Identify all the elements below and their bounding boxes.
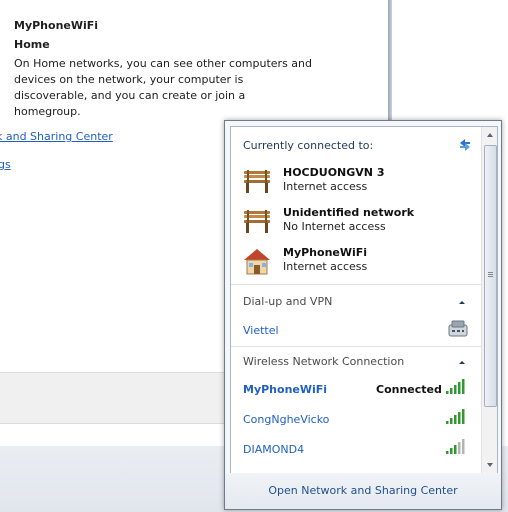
network-location-description: On Home networks, you can see other comp… [14, 57, 313, 118]
network-sharing-center-link[interactable]: k and Sharing Center [0, 130, 113, 143]
network-title: MyPhoneWiFi [14, 19, 99, 32]
bench-network-icon [244, 210, 270, 233]
wifi-item-congnghevicko[interactable]: CongNgheVicko [243, 413, 329, 426]
open-network-sharing-center-link[interactable]: Open Network and Sharing Center [225, 473, 501, 509]
vpn-item-viettel[interactable]: Viettel [243, 324, 279, 337]
house-network-icon [244, 249, 270, 275]
dialup-vpn-section-title: Dial-up and VPN [243, 295, 333, 308]
network-location-type: Home [14, 38, 50, 51]
flyout-scrollbar[interactable] [481, 127, 498, 473]
currently-connected-header: Currently connected to: [243, 139, 374, 152]
wifi-connected-status: Connected [376, 383, 442, 396]
chevron-up-icon[interactable] [457, 298, 467, 306]
chevron-up-icon[interactable] [457, 358, 467, 366]
wifi-item-diamond4[interactable]: DIAMOND4 [243, 443, 304, 456]
connection-status: Internet access [283, 260, 368, 273]
wireless-section-title: Wireless Network Connection [243, 355, 405, 368]
connection-name: MyPhoneWiFi [283, 246, 368, 259]
connection-name: Unidentified network [283, 206, 415, 219]
scroll-up-arrow-icon[interactable] [482, 127, 498, 143]
network-flyout: Currently connected to: HOCDUONGVN 3 Int… [224, 120, 502, 510]
refresh-icon[interactable] [457, 137, 473, 153]
section-divider [231, 284, 481, 285]
scrollbar-thumb[interactable] [484, 145, 497, 407]
section-divider [231, 346, 481, 347]
modem-icon [448, 320, 468, 337]
flyout-footer: Open Network and Sharing Center [225, 473, 501, 509]
connection-item-hocduongvn[interactable]: HOCDUONGVN 3 Internet access [241, 163, 477, 201]
scroll-down-arrow-icon[interactable] [482, 457, 498, 473]
wifi-item-myphonewifi[interactable]: MyPhoneWiFi [243, 383, 327, 396]
bench-network-icon [244, 170, 270, 193]
connection-status: Internet access [283, 180, 368, 193]
flyout-content: Currently connected to: HOCDUONGVN 3 Int… [231, 127, 481, 473]
scrollbar-grip [488, 272, 493, 278]
flyout-list-panel: Currently connected to: HOCDUONGVN 3 Int… [230, 126, 498, 474]
signal-strength-icon [446, 379, 465, 394]
connection-item-unidentified[interactable]: Unidentified network No Internet access [241, 203, 477, 241]
settings-link[interactable]: gs [0, 158, 11, 171]
connection-status: No Internet access [283, 220, 386, 233]
signal-strength-icon [446, 439, 465, 454]
connection-name: HOCDUONGVN 3 [283, 166, 385, 179]
connection-item-myphonewifi[interactable]: MyPhoneWiFi Internet access [241, 243, 477, 281]
signal-strength-icon [446, 409, 465, 424]
